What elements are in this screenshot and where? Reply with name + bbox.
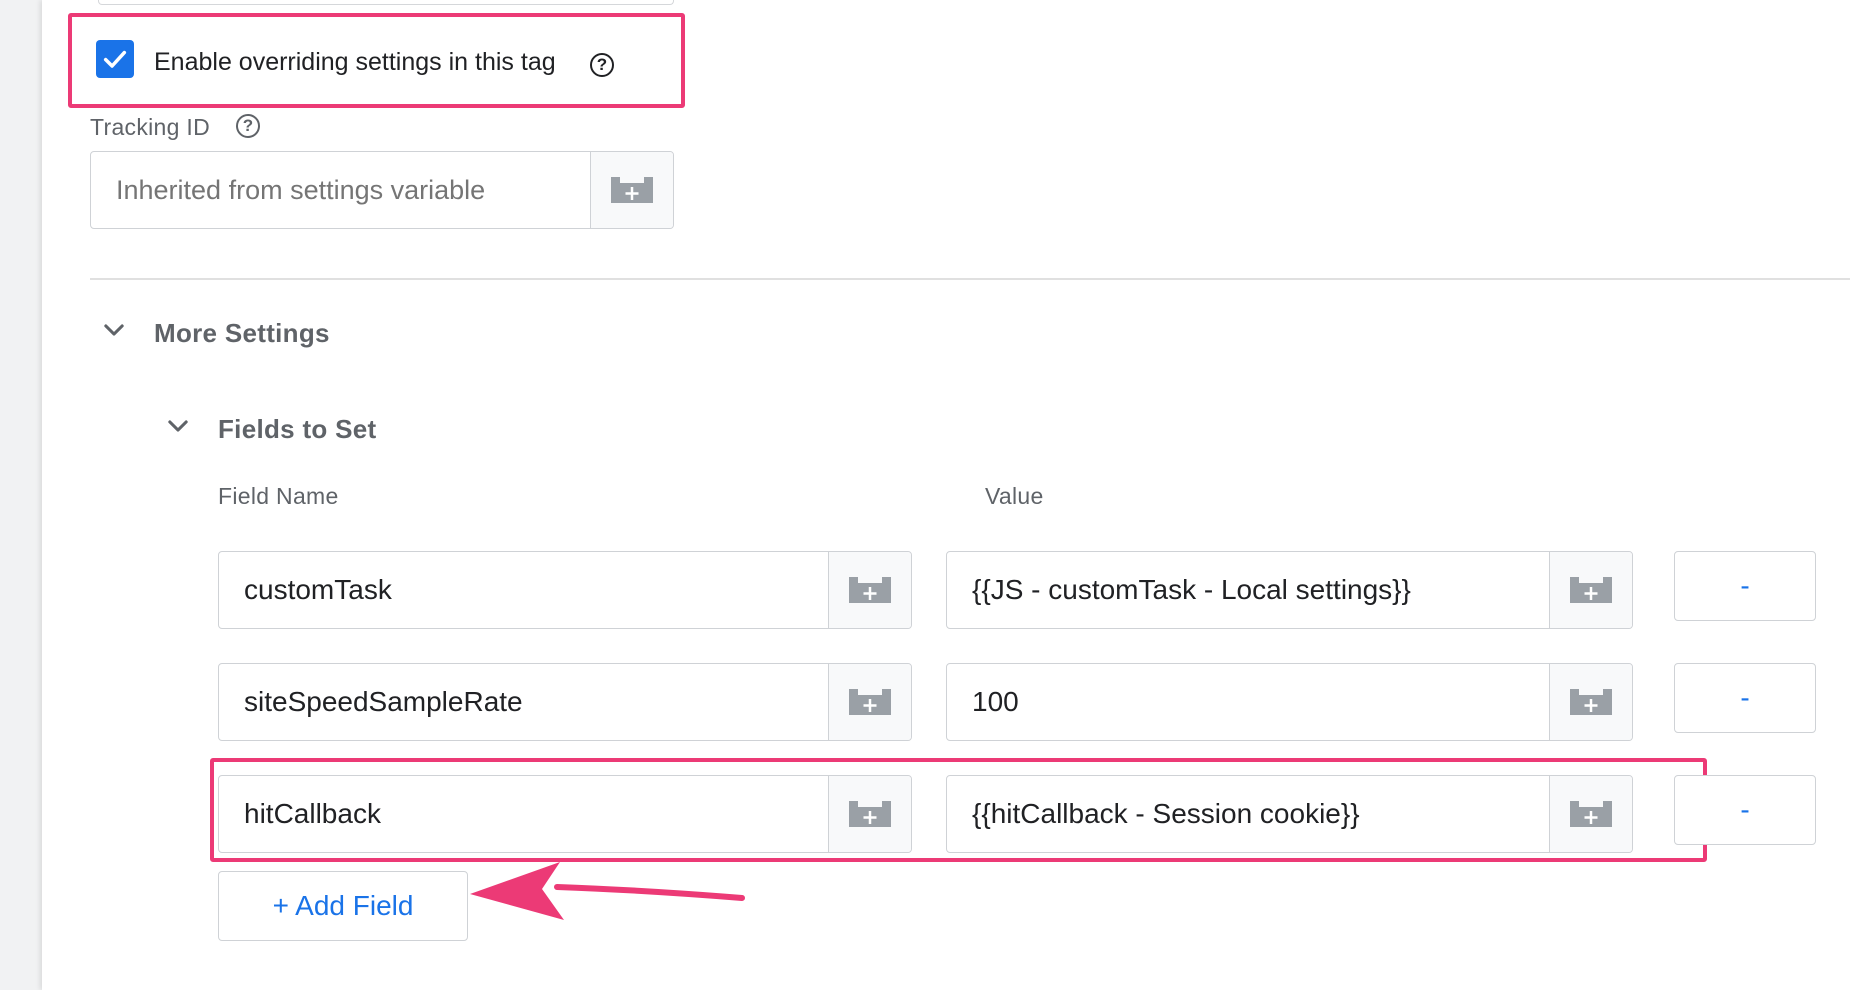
override-help-icon[interactable]: ? [590,53,614,77]
value-variable-button[interactable] [1549,664,1632,740]
field-name-header: Field Name [218,483,339,509]
field-name-variable-button[interactable] [828,664,911,740]
variable-icon [611,177,653,203]
field-name-input-row-3: hitCallback [218,775,912,853]
value-text[interactable]: {{JS - customTask - Local settings}} [947,552,1549,628]
remove-row-button[interactable]: - [1674,663,1816,733]
value-input-row-2: 100 [946,663,1633,741]
annotation-arrow [470,862,745,920]
fields-to-set-chevron-icon[interactable] [164,412,192,440]
value-header: Value [985,483,1044,509]
variable-icon [849,689,891,715]
add-field-button[interactable]: + Add Field [218,871,468,941]
value-input-row-1: {{JS - customTask - Local settings}} [946,551,1633,629]
previous-field-edge [98,0,674,5]
value-text[interactable]: 100 [947,664,1549,740]
tracking-id-help-icon[interactable]: ? [236,114,260,138]
tracking-id-field: Inherited from settings variable [90,151,674,229]
remove-row-button[interactable]: - [1674,775,1816,845]
field-name-input-row-1: customTask [218,551,912,629]
variable-icon [1570,689,1612,715]
section-divider [90,278,1850,280]
checkmark-icon [103,50,127,68]
field-name-variable-button[interactable] [828,776,911,852]
value-input-row-3: {{hitCallback - Session cookie}} [946,775,1633,853]
value-variable-button[interactable] [1549,776,1632,852]
override-checkbox[interactable] [96,40,134,78]
tracking-id-input[interactable]: Inherited from settings variable [91,152,590,228]
variable-icon [849,801,891,827]
field-name-variable-button[interactable] [828,552,911,628]
field-name-text[interactable]: hitCallback [219,776,828,852]
field-name-text[interactable]: customTask [219,552,828,628]
tag-config-panel: Enable overriding settings in this tag ?… [42,0,1850,990]
tracking-id-variable-button[interactable] [590,152,673,228]
override-label[interactable]: Enable overriding settings in this tag [154,48,556,77]
value-text[interactable]: {{hitCallback - Session cookie}} [947,776,1549,852]
more-settings-title[interactable]: More Settings [154,318,330,349]
variable-icon [849,577,891,603]
field-name-text[interactable]: siteSpeedSampleRate [219,664,828,740]
field-name-input-row-2: siteSpeedSampleRate [218,663,912,741]
tracking-id-label: Tracking ID [90,114,211,140]
fields-to-set-title[interactable]: Fields to Set [218,414,376,445]
more-settings-chevron-icon[interactable] [100,316,128,344]
variable-icon [1570,801,1612,827]
value-variable-button[interactable] [1549,552,1632,628]
remove-row-button[interactable]: - [1674,551,1816,621]
variable-icon [1570,577,1612,603]
